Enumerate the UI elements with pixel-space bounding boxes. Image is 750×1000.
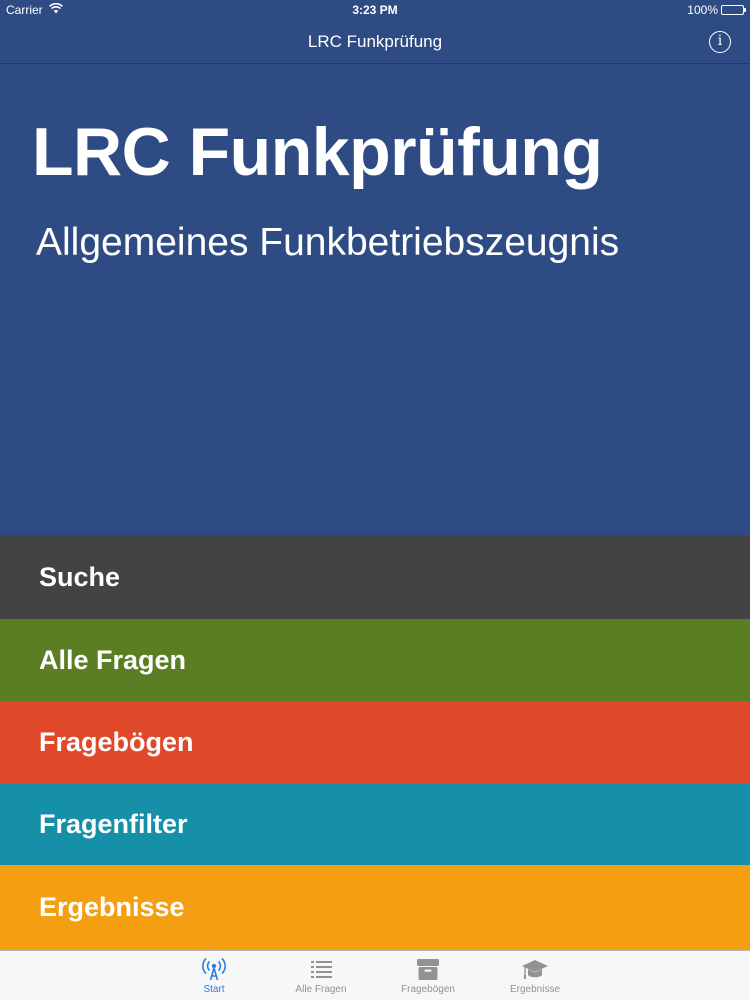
info-icon[interactable]: i bbox=[709, 31, 731, 53]
graduation-cap-icon bbox=[522, 960, 548, 979]
navigation-bar: LRC Funkprüfung i bbox=[0, 20, 750, 64]
hero-title: LRC Funkprüfung bbox=[32, 114, 603, 190]
menu-item-frageboegen[interactable]: Fragebögen bbox=[0, 701, 750, 783]
menu-item-label: Alle Fragen bbox=[39, 644, 187, 675]
menu-item-suche[interactable]: Suche bbox=[0, 535, 750, 619]
battery-percentage: 100% bbox=[687, 3, 718, 17]
menu-item-label: Fragenfilter bbox=[39, 808, 188, 839]
tab-label: Alle Fragen bbox=[295, 984, 347, 995]
archive-box-icon bbox=[417, 959, 439, 980]
tab-label: Ergebnisse bbox=[509, 984, 561, 995]
hero-section: LRC Funkprüfung Allgemeines Funkbetriebs… bbox=[0, 65, 750, 535]
tab-label: Start bbox=[203, 984, 225, 995]
tab-start[interactable]: Start bbox=[164, 951, 264, 1000]
menu-item-label: Suche bbox=[39, 561, 121, 592]
menu-item-alle-fragen[interactable]: Alle Fragen bbox=[0, 619, 750, 701]
nav-title: LRC Funkprüfung bbox=[307, 32, 443, 51]
tab-alle-fragen[interactable]: Alle Fragen bbox=[271, 951, 371, 1000]
status-bar: Carrier 3:23 PM 100% bbox=[0, 0, 750, 20]
menu-item-label: Fragebögen bbox=[39, 726, 194, 757]
hero-subtitle: Allgemeines Funkbetriebszeugnis bbox=[36, 221, 620, 264]
antenna-icon bbox=[202, 957, 226, 981]
menu-item-label: Ergebnisse bbox=[39, 892, 185, 922]
menu-item-fragenfilter[interactable]: Fragenfilter bbox=[0, 783, 750, 865]
main-menu: Suche Alle Fragen Fragebögen Fragenfilte… bbox=[0, 535, 750, 950]
list-icon bbox=[311, 961, 332, 978]
battery-icon bbox=[721, 5, 746, 15]
tab-label: Fragebögen bbox=[401, 984, 455, 995]
clock: 3:23 PM bbox=[352, 3, 398, 17]
tab-ergebnisse[interactable]: Ergebnisse bbox=[485, 951, 585, 1000]
menu-item-ergebnisse[interactable]: Ergebnisse bbox=[0, 865, 750, 950]
tab-bar: Start Alle Fragen Fragebögen Ergebnisse bbox=[0, 950, 750, 1000]
tab-frageboegen[interactable]: Fragebögen bbox=[378, 951, 478, 1000]
